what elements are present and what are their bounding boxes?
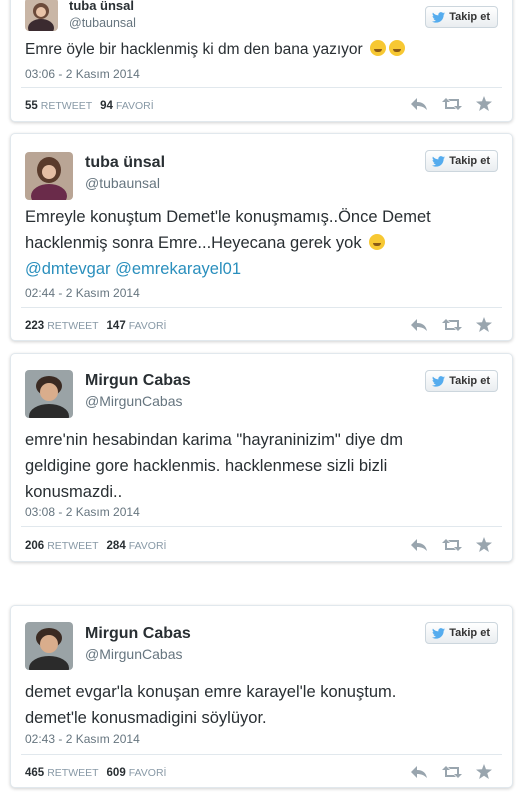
avatar[interactable] xyxy=(25,370,73,418)
laughing-emoji-icon xyxy=(370,40,387,56)
tweet-date[interactable]: 03:06 - 2 Kasım 2014 xyxy=(25,67,140,81)
mention-link[interactable]: @dmtevgar @emrekarayel01 xyxy=(25,256,492,282)
tweet-actions xyxy=(410,96,492,111)
reply-icon[interactable] xyxy=(410,538,428,552)
tweet-stats: 223 RETWEET 147 FAVORİ xyxy=(25,320,166,332)
divider xyxy=(21,754,502,755)
tweet-card: Mirgun Cabas @MirgunCabas Takip et emre'… xyxy=(10,353,513,562)
author-name[interactable]: Mirgun Cabas xyxy=(85,372,191,390)
tweet-actions xyxy=(410,537,492,552)
author-handle[interactable]: @tubaunsal xyxy=(69,16,136,30)
divider xyxy=(21,526,502,527)
follow-button[interactable]: Takip et xyxy=(425,6,498,28)
divider xyxy=(21,87,502,88)
favorite-count[interactable]: 284 FAVORİ xyxy=(107,540,167,552)
twitter-bird-icon xyxy=(432,375,446,387)
retweet-count[interactable]: 223 RETWEET xyxy=(25,320,99,332)
tweet-stats: 206 RETWEET 284 FAVORİ xyxy=(25,540,166,552)
avatar[interactable] xyxy=(25,622,73,670)
follow-label: Takip et xyxy=(449,11,490,23)
author-name[interactable]: Mirgun Cabas xyxy=(85,625,191,643)
retweet-count[interactable]: 465 RETWEET xyxy=(25,767,99,779)
retweet-count[interactable]: 206 RETWEET xyxy=(25,540,99,552)
tweet-text: emre'nin hesabindan karima "hayraninizim… xyxy=(25,431,404,501)
tweet-card: Mirgun Cabas @MirgunCabas Takip et demet… xyxy=(10,605,513,788)
tweet-text: Emreyle konuştum Demet'le konuşmamış..Ön… xyxy=(25,204,492,282)
smiling-emoji-icon xyxy=(369,234,386,250)
follow-label: Takip et xyxy=(449,155,490,167)
retweet-icon[interactable] xyxy=(442,765,462,779)
follow-button[interactable]: Takip et xyxy=(425,150,498,172)
twitter-bird-icon xyxy=(432,155,446,167)
follow-button[interactable]: Takip et xyxy=(425,370,498,392)
retweet-icon[interactable] xyxy=(442,538,462,552)
tweet-date[interactable]: 03:08 - 2 Kasım 2014 xyxy=(25,505,140,519)
avatar[interactable] xyxy=(25,0,58,31)
retweet-icon[interactable] xyxy=(442,97,462,111)
tweet-card: tuba ünsal @tubaunsal Takip et Emreyle k… xyxy=(10,133,513,341)
divider xyxy=(21,307,502,308)
follow-label: Takip et xyxy=(449,375,490,387)
favorite-star-icon[interactable] xyxy=(476,96,492,111)
twitter-bird-icon xyxy=(432,11,446,23)
author-name[interactable]: tuba ünsal xyxy=(85,154,165,172)
author-handle[interactable]: @MirgunCabas xyxy=(85,393,182,409)
author-handle[interactable]: @tubaunsal xyxy=(85,175,160,191)
reply-icon[interactable] xyxy=(410,765,428,779)
twitter-bird-icon xyxy=(432,627,446,639)
favorite-count[interactable]: 94 FAVORİ xyxy=(100,100,154,112)
favorite-star-icon[interactable] xyxy=(476,537,492,552)
tweet-date[interactable]: 02:44 - 2 Kasım 2014 xyxy=(25,286,140,300)
retweet-icon[interactable] xyxy=(442,318,462,332)
favorite-count[interactable]: 147 FAVORİ xyxy=(107,320,167,332)
laughing-emoji-icon xyxy=(389,40,406,56)
retweet-count[interactable]: 55 RETWEET xyxy=(25,100,92,112)
follow-label: Takip et xyxy=(449,627,490,639)
reply-icon[interactable] xyxy=(410,97,428,111)
favorite-star-icon[interactable] xyxy=(476,317,492,332)
tweet-date[interactable]: 02:43 - 2 Kasım 2014 xyxy=(25,732,140,746)
author-name[interactable]: tuba ünsal xyxy=(69,0,134,13)
follow-button[interactable]: Takip et xyxy=(425,622,498,644)
reply-icon[interactable] xyxy=(410,318,428,332)
tweet-text: Emre öyle bir hacklenmiş ki dm den bana … xyxy=(25,37,492,63)
avatar[interactable] xyxy=(25,152,73,200)
author-handle[interactable]: @MirgunCabas xyxy=(85,646,182,662)
tweet-card: tuba ünsal @tubaunsal Takip et Emre öyle… xyxy=(10,0,513,122)
favorite-count[interactable]: 609 FAVORİ xyxy=(107,767,167,779)
favorite-star-icon[interactable] xyxy=(476,764,492,779)
tweet-text: demet evgar'la konuşan emre karayel'le k… xyxy=(25,683,397,727)
tweet-stats: 465 RETWEET 609 FAVORİ xyxy=(25,767,166,779)
tweet-actions xyxy=(410,317,492,332)
tweet-actions xyxy=(410,764,492,779)
tweet-stats: 55 RETWEET 94 FAVORİ xyxy=(25,100,154,112)
